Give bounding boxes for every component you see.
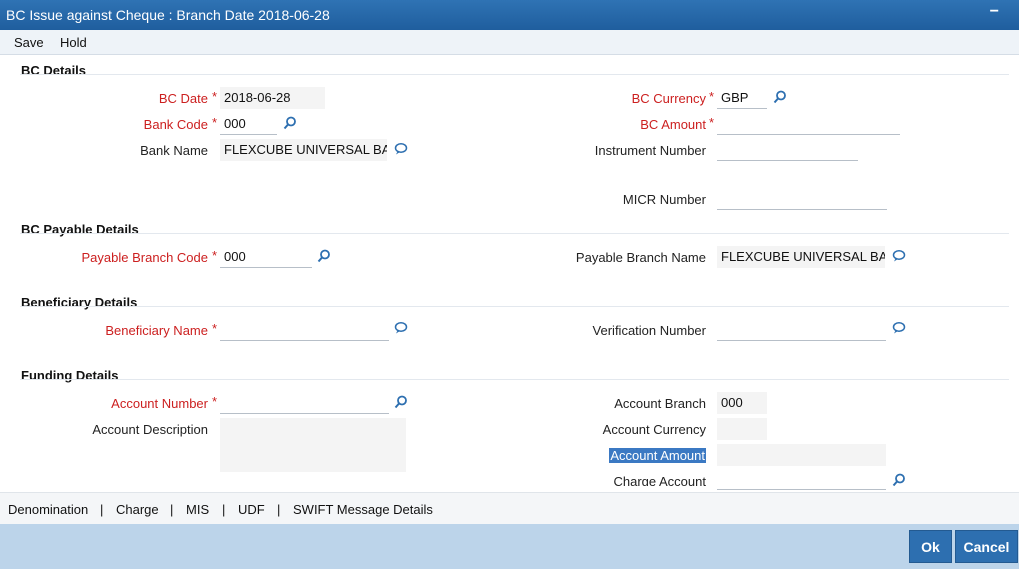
tab-separator: |	[277, 502, 281, 517]
beneficiary-name-input[interactable]	[220, 319, 389, 341]
bank-code-label: Bank Code	[143, 117, 208, 132]
divider	[20, 306, 1009, 307]
charge-account-label: Charge Account	[613, 474, 706, 486]
tab-udf[interactable]: UDF	[238, 502, 265, 517]
save-button[interactable]: Save	[14, 35, 44, 50]
account-amount-field	[717, 444, 886, 466]
minimize-button[interactable]: −	[990, 3, 999, 21]
divider	[20, 233, 1009, 234]
section-beneficiary-details: Beneficiary Details	[21, 295, 138, 310]
account-description-field	[220, 418, 406, 472]
payable-branch-name-label: Payable Branch Name	[575, 250, 706, 265]
comment-icon[interactable]	[394, 142, 408, 156]
cancel-button[interactable]: Cancel	[955, 530, 1018, 563]
comment-icon[interactable]	[892, 321, 906, 335]
divider	[20, 74, 1009, 75]
charge-account-input[interactable]	[717, 470, 886, 490]
bc-amount-input[interactable]	[717, 113, 900, 135]
account-amount-label-text: Account Amount	[609, 448, 706, 463]
comment-icon[interactable]	[892, 249, 906, 263]
required-marker: *	[212, 89, 218, 104]
search-icon[interactable]	[892, 473, 906, 487]
verification-number-input[interactable]	[717, 319, 886, 341]
footer-bar: Ok Cancel	[0, 524, 1019, 569]
required-marker: *	[709, 115, 715, 130]
tab-separator: |	[170, 502, 174, 517]
account-number-label: Account Number	[111, 396, 208, 411]
payable-branch-name-field: FLEXCUBE UNIVERSAL BA	[717, 246, 885, 268]
account-number-input[interactable]	[220, 392, 389, 414]
comment-icon[interactable]	[394, 321, 408, 335]
bank-name-label: Bank Name	[140, 143, 208, 158]
section-payable-details: BC Payable Details	[21, 222, 139, 237]
window-title: BC Issue against Cheque : Branch Date 20…	[6, 7, 330, 23]
bc-date-label: BC Date	[158, 91, 208, 106]
section-funding-details: Funding Details	[21, 368, 119, 383]
required-marker: *	[212, 321, 218, 336]
required-marker: *	[212, 115, 218, 130]
account-branch-field: 000	[717, 392, 767, 414]
account-description-label: Account Description	[92, 422, 208, 437]
search-icon[interactable]	[773, 90, 787, 104]
divider	[20, 379, 1009, 380]
window-title-bar: BC Issue against Cheque : Branch Date 20…	[0, 0, 1019, 30]
account-currency-field	[717, 418, 767, 440]
payable-branch-code-input[interactable]: 000	[220, 246, 312, 268]
micr-number-label: MICR Number	[622, 192, 706, 207]
search-icon[interactable]	[283, 116, 297, 130]
search-icon[interactable]	[317, 249, 331, 263]
subscreen-tab-bar: Denomination | Charge | MIS | UDF | SWIF…	[0, 492, 1019, 524]
tab-swift-message-details[interactable]: SWIFT Message Details	[293, 502, 433, 517]
bc-currency-label: BC Currency	[631, 91, 706, 106]
verification-number-label: Verification Number	[592, 323, 706, 338]
tab-mis[interactable]: MIS	[186, 502, 209, 517]
instrument-number-label: Instrument Number	[594, 143, 706, 158]
tab-separator: |	[222, 502, 226, 517]
toolbar: Save Hold	[0, 30, 1019, 55]
section-bc-details: BC Details	[21, 63, 87, 78]
bank-code-input[interactable]: 000	[220, 113, 277, 135]
search-icon[interactable]	[394, 395, 408, 409]
required-marker: *	[212, 394, 218, 409]
required-marker: *	[212, 248, 218, 263]
beneficiary-name-label: Beneficiary Name	[105, 323, 208, 338]
tab-denomination[interactable]: Denomination	[8, 502, 88, 517]
hold-button[interactable]: Hold	[60, 35, 87, 50]
bc-currency-input[interactable]: GBP	[717, 87, 767, 109]
tab-charge[interactable]: Charge	[116, 502, 159, 517]
payable-branch-code-label: Payable Branch Code	[81, 250, 208, 265]
bank-name-field: FLEXCUBE UNIVERSAL BA	[220, 139, 387, 161]
micr-number-input[interactable]	[717, 188, 887, 210]
tab-separator: |	[100, 502, 104, 517]
bc-amount-label: BC Amount	[640, 117, 706, 132]
ok-button[interactable]: Ok	[909, 530, 952, 563]
bc-date-field: 2018-06-28	[220, 87, 325, 109]
account-amount-label: Account Amount	[609, 448, 706, 463]
account-currency-label: Account Currency	[602, 422, 706, 437]
account-branch-label: Account Branch	[614, 396, 706, 411]
instrument-number-input[interactable]	[717, 139, 858, 161]
required-marker: *	[709, 89, 715, 104]
